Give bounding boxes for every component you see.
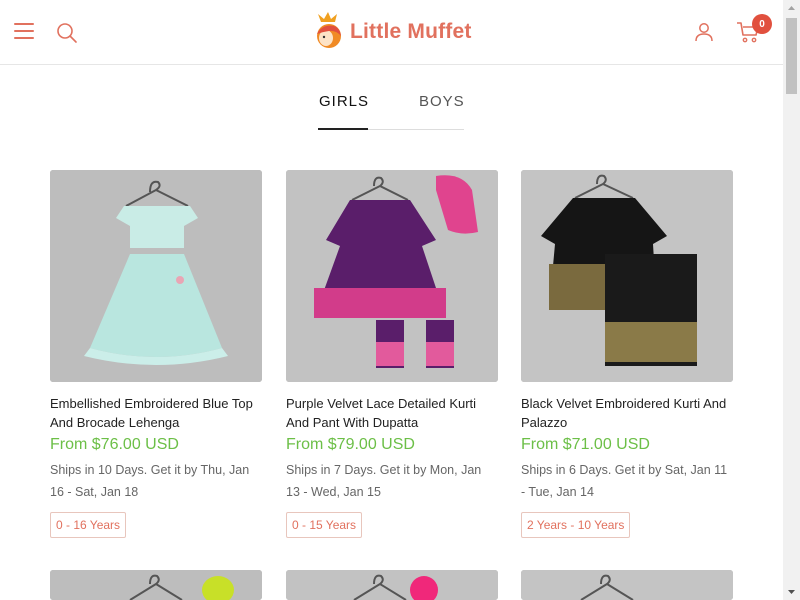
brand-name: Little Muffet	[350, 20, 472, 43]
product-price: From $76.00 USD	[50, 436, 179, 453]
shipping-info: Ships in 7 Days. Get it by Mon, Jan 13 -…	[286, 463, 482, 499]
cart-count-badge[interactable]: 0	[752, 14, 772, 34]
age-range-badge: 0 - 16 Years	[50, 512, 127, 538]
product-image[interactable]	[521, 170, 733, 382]
product-illustration	[50, 570, 262, 600]
product-image[interactable]	[50, 570, 262, 600]
muffet-logo-icon	[317, 12, 341, 48]
scroll-up-arrow-icon[interactable]	[783, 0, 800, 17]
search-icon[interactable]	[56, 22, 78, 44]
hamburger-icon[interactable]	[14, 23, 34, 41]
product-title[interactable]: Black Velvet Embroidered Kurti And Palaz…	[521, 394, 733, 432]
brand-logo[interactable]: Little Muffet	[312, 12, 472, 52]
product-price: From $71.00 USD	[521, 436, 650, 453]
tab-girls[interactable]: GIRLS	[319, 93, 369, 110]
product-card[interactable]: Embellished Embroidered Blue Top And Bro…	[50, 170, 262, 538]
product-image[interactable]	[286, 570, 498, 600]
shipping-info: Ships in 10 Days. Get it by Thu, Jan 16 …	[50, 463, 250, 499]
black-kurti-illustration	[521, 170, 733, 382]
age-range-badge: 2 Years - 10 Years	[521, 512, 631, 538]
product-image[interactable]	[521, 570, 733, 600]
product-illustration	[521, 570, 733, 600]
shipping-info: Ships in 6 Days. Get it by Sat, Jan 11 -…	[521, 463, 728, 499]
product-card[interactable]: Black Velvet Embroidered Kurti And Palaz…	[521, 170, 733, 538]
product-title[interactable]: Purple Velvet Lace Detailed Kurti And Pa…	[286, 394, 498, 432]
purple-kurti-illustration	[286, 170, 498, 382]
tab-boys[interactable]: BOYS	[419, 93, 465, 110]
product-card[interactable]: Purple Velvet Lace Detailed Kurti And Pa…	[286, 170, 498, 538]
user-icon[interactable]	[694, 22, 714, 42]
active-tab-indicator	[318, 128, 368, 130]
lehenga-illustration	[50, 170, 262, 382]
scrollbar-thumb[interactable]	[786, 18, 797, 94]
page-scrollbar[interactable]	[783, 0, 800, 600]
product-card[interactable]	[521, 570, 733, 600]
site-header: Little Muffet 0	[0, 0, 783, 65]
product-price: From $79.00 USD	[286, 436, 415, 453]
product-image[interactable]	[286, 170, 498, 382]
scroll-down-arrow-icon[interactable]	[783, 583, 800, 600]
product-card[interactable]	[286, 570, 498, 600]
product-title[interactable]: Embellished Embroidered Blue Top And Bro…	[50, 394, 262, 432]
category-tabs: GIRLS BOYS	[318, 88, 464, 130]
age-range-badge: 0 - 15 Years	[286, 512, 363, 538]
product-card[interactable]	[50, 570, 262, 600]
product-image[interactable]	[50, 170, 262, 382]
product-illustration	[286, 570, 498, 600]
